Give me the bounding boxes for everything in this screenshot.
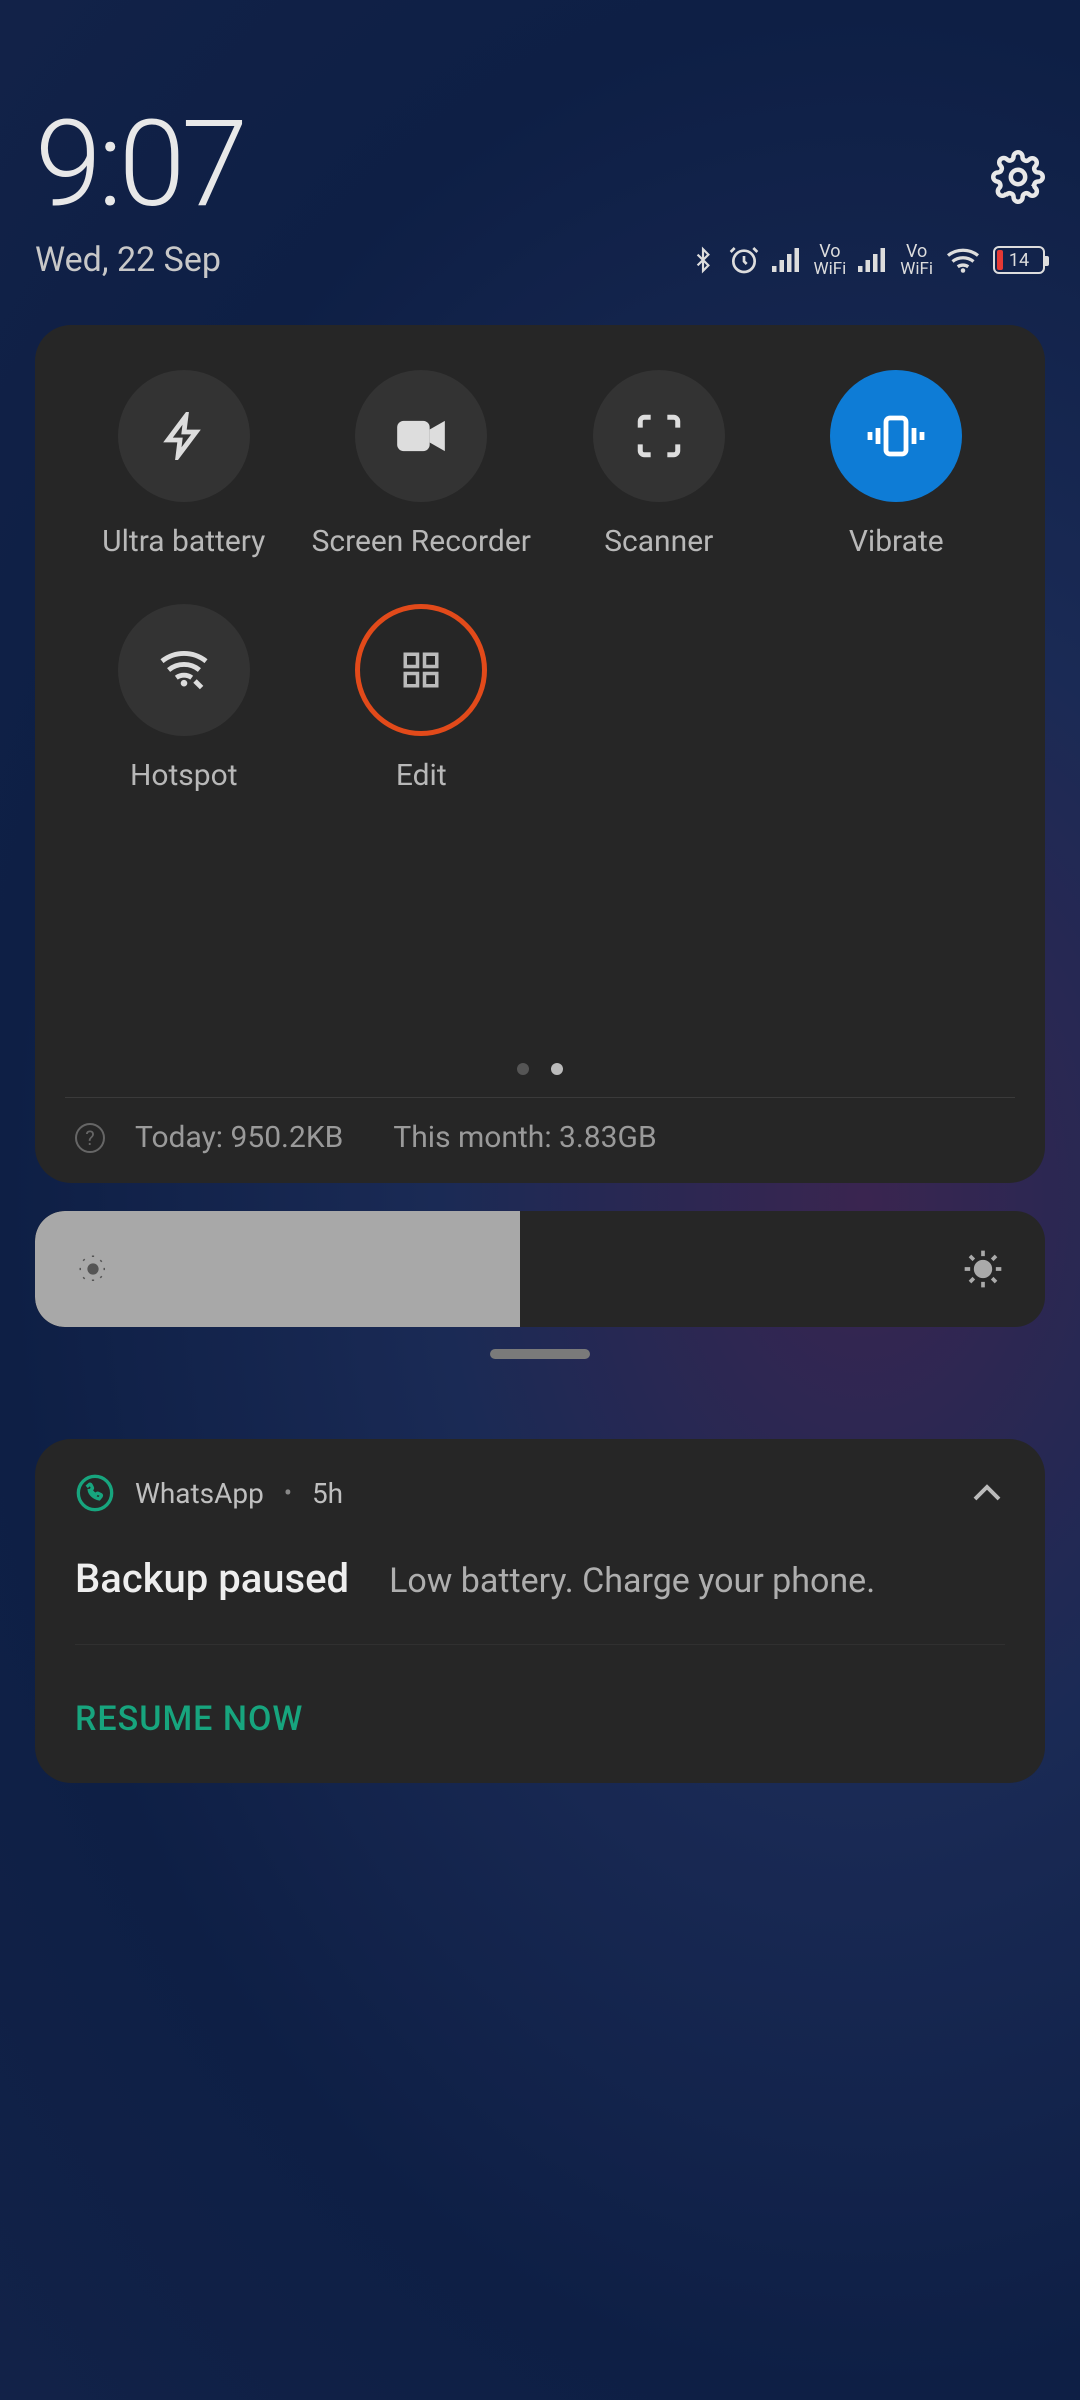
tile-label: Scanner <box>604 524 713 559</box>
pager-dot <box>517 1063 529 1075</box>
hotspot-icon <box>157 648 211 692</box>
grid-icon <box>400 649 442 691</box>
tile-label: Screen Recorder <box>312 524 531 559</box>
vowifi-1-icon: Vo WiFi <box>814 243 847 278</box>
notification-title: Backup paused <box>75 1555 349 1602</box>
vowifi-2-icon: Vo WiFi <box>900 243 933 278</box>
brightness-low-icon <box>75 1251 111 1287</box>
tile-scanner[interactable]: Scanner <box>540 370 778 559</box>
status-bar: Vo WiFi Vo WiFi 14 <box>690 243 1046 278</box>
tile-label: Ultra battery <box>102 524 265 559</box>
data-usage-row[interactable]: ? Today: 950.2KB This month: 3.83GB <box>65 1098 1015 1165</box>
tile-label: Vibrate <box>849 524 944 559</box>
tile-label: Hotspot <box>130 758 238 793</box>
signal-2-icon <box>858 246 888 274</box>
date-label: Wed, 22 Sep <box>35 240 690 280</box>
pager-dot <box>551 1063 563 1075</box>
usage-month: This month: 3.83GB <box>393 1120 656 1155</box>
notification-app-name: WhatsApp <box>135 1477 264 1510</box>
video-icon <box>395 416 447 456</box>
drag-handle[interactable] <box>490 1349 590 1359</box>
usage-today: Today: 950.2KB <box>135 1120 343 1155</box>
wifi-icon <box>945 245 981 275</box>
resume-now-button[interactable]: RESUME NOW <box>75 1699 1005 1739</box>
notification-message: Low battery. Charge your phone. <box>389 1561 875 1601</box>
battery-icon: 14 <box>993 246 1045 274</box>
tile-vibrate[interactable]: Vibrate <box>778 370 1016 559</box>
whatsapp-icon <box>75 1473 115 1513</box>
collapse-icon[interactable] <box>969 1481 1005 1505</box>
clock-time: 9:07 <box>35 95 991 235</box>
notification-time: 5h <box>312 1477 343 1510</box>
vibrate-icon <box>866 412 926 460</box>
question-icon: ? <box>75 1123 105 1153</box>
scan-icon <box>634 411 684 461</box>
bolt-icon <box>160 412 208 460</box>
quick-settings-panel: Ultra battery Screen Recorder Scanner Vi… <box>35 325 1045 1183</box>
tile-ultra-battery[interactable]: Ultra battery <box>65 370 303 559</box>
tile-hotspot[interactable]: Hotspot <box>65 604 303 793</box>
separator-dot: • <box>284 1479 292 1507</box>
brightness-high-icon <box>961 1247 1005 1291</box>
settings-button[interactable] <box>991 150 1045 204</box>
alarm-icon <box>728 244 760 276</box>
notification-card[interactable]: WhatsApp • 5h Backup paused Low battery.… <box>35 1439 1045 1783</box>
brightness-slider[interactable] <box>35 1211 1045 1327</box>
signal-1-icon <box>772 246 802 274</box>
tile-label: Edit <box>396 758 447 793</box>
tile-edit[interactable]: Edit <box>303 604 541 793</box>
page-indicator[interactable] <box>65 1063 1015 1075</box>
bluetooth-icon <box>690 243 716 277</box>
tile-screen-recorder[interactable]: Screen Recorder <box>303 370 541 559</box>
